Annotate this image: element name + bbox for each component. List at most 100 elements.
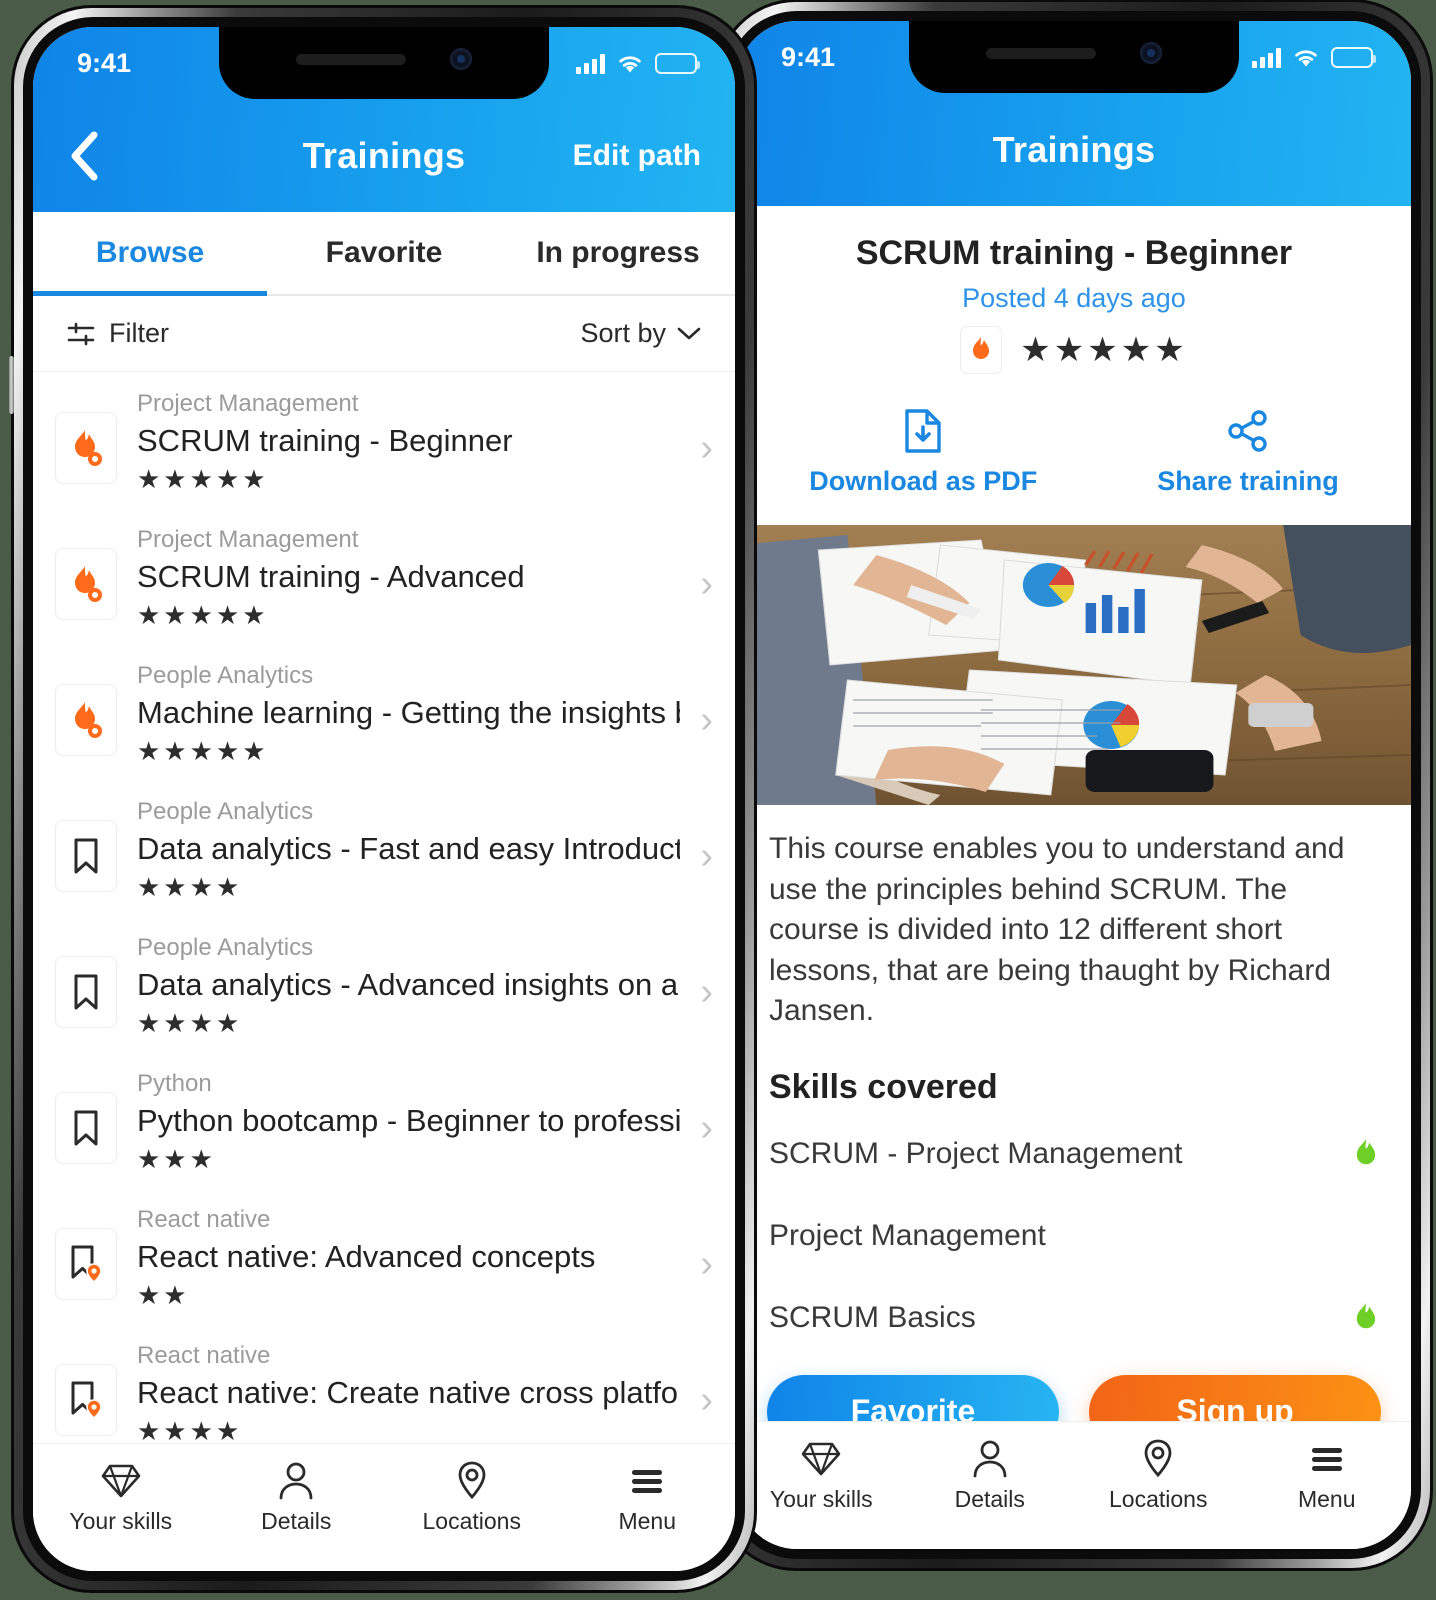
phone2-page-title: Trainings [992, 128, 1156, 170]
chevron-right-icon: › [700, 562, 713, 605]
list-item-category: Project Management [137, 526, 359, 553]
battery-full-icon [655, 52, 700, 74]
list-item[interactable]: Python Python bootcamp - Beginner to pro… [33, 1052, 735, 1188]
phone2-bottom-nav: Your skills Details Locations Menu [737, 1421, 1411, 1549]
hamburger-icon [632, 1470, 663, 1493]
flame-badge-icon [55, 548, 117, 620]
list-item-category: People Analytics [137, 798, 314, 825]
nav-label: Locations [422, 1508, 521, 1534]
diamond-icon [101, 1464, 141, 1498]
skill-row: SCRUM Basics [737, 1277, 1411, 1359]
list-item-title: Data analytics - Advanced insights on an… [137, 967, 681, 1002]
list-item-title: React native: Create native cross platfo… [137, 1375, 681, 1410]
list-item-body: Project Management SCRUM training - Begi… [117, 390, 700, 492]
skill-row: SCRUM - Project Management [737, 1113, 1411, 1195]
tab-favorite[interactable]: Favorite [267, 212, 501, 294]
phone1-status-time: 9:41 [77, 47, 132, 78]
list-item-stars: ★★ [137, 1280, 190, 1310]
nav-locations[interactable]: Locations [384, 1460, 560, 1535]
map-pin-icon [1144, 1439, 1172, 1478]
training-detail-panel: SCRUM training - Beginner Posted 4 days … [737, 206, 1411, 1467]
list-item-category: React native [137, 1342, 271, 1369]
phone-detail-device: 9:41 Trainings SCRUM training - Beginner… [713, 2, 1430, 1568]
diamond-icon [801, 1442, 841, 1476]
nav-your-skills[interactable]: Your skills [737, 1438, 906, 1513]
detail-posted-date: Posted 4 days ago [962, 283, 1186, 313]
phone2-navbar: Trainings [737, 93, 1411, 206]
training-list: Project Management SCRUM training - Begi… [33, 372, 735, 1460]
list-item[interactable]: Project Management SCRUM training - Begi… [33, 372, 735, 508]
list-item-title: Machine learning - Getting the insights … [137, 695, 681, 730]
list-item-stars: ★★★★ [137, 872, 243, 902]
list-item-body: React native React native: Create native… [117, 1342, 700, 1444]
share-training-button[interactable]: Share training [1157, 408, 1339, 497]
map-pin-icon [458, 1461, 486, 1500]
nav-label: Your skills [769, 1486, 873, 1512]
list-item-body: Project Management SCRUM training - Adva… [117, 526, 700, 628]
nav-menu[interactable]: Menu [1243, 1438, 1412, 1513]
phone1-bottom-nav: Your skills Details Locations Menu [33, 1443, 735, 1571]
battery-full-icon [1331, 46, 1376, 68]
list-item-body: People Analytics Data analytics - Fast a… [117, 798, 700, 900]
tab-browse[interactable]: Browse [33, 212, 267, 296]
person-icon [973, 1440, 1007, 1478]
edit-path-button[interactable]: Edit path [573, 139, 701, 173]
list-item-stars: ★★★★ [137, 1008, 243, 1038]
detail-stars: ★★★★★ [1020, 331, 1188, 369]
list-item-category: People Analytics [137, 934, 314, 961]
cellular-bars-icon [1252, 47, 1281, 68]
filter-button[interactable]: Filter [67, 318, 169, 349]
nav-label: Your skills [69, 1508, 173, 1534]
flame-badge-icon [55, 412, 117, 484]
bookmark-icon [55, 956, 117, 1028]
filter-sort-bar: Filter Sort by [33, 296, 735, 372]
list-item[interactable]: React native React native: Advanced conc… [33, 1188, 735, 1324]
list-item-title: React native: Advanced concepts [137, 1239, 596, 1274]
list-item-stars: ★★★★ [137, 1416, 243, 1446]
phone2-status-time: 9:41 [781, 41, 836, 72]
phone1-status-indicators [576, 52, 700, 74]
list-item[interactable]: People Analytics Machine learning - Gett… [33, 644, 735, 780]
list-item[interactable]: React native React native: Create native… [33, 1324, 735, 1460]
tab-in-progress[interactable]: In progress [501, 212, 735, 294]
bookmark-pin-icon [55, 1228, 117, 1300]
phone1-screen: 9:41 Trainings Edit path Browse Favorite… [33, 27, 735, 1571]
list-item-category: Project Management [137, 390, 359, 417]
share-training-label: Share training [1157, 466, 1339, 496]
nav-your-skills[interactable]: Your skills [33, 1460, 209, 1535]
chevron-down-icon [677, 327, 701, 340]
nav-label: Details [261, 1508, 332, 1534]
phone-list-device: 9:41 Trainings Edit path Browse Favorite… [9, 8, 754, 1590]
list-item-body: People Analytics Machine learning - Gett… [117, 662, 700, 764]
nav-locations[interactable]: Locations [1074, 1438, 1243, 1513]
filter-label: Filter [109, 318, 169, 348]
sort-by-button[interactable]: Sort by [580, 318, 701, 349]
list-item[interactable]: People Analytics Data analytics - Fast a… [33, 780, 735, 916]
list-item[interactable]: People Analytics Data analytics - Advanc… [33, 916, 735, 1052]
list-item-category: React native [137, 1206, 271, 1233]
chevron-left-icon[interactable] [67, 131, 101, 181]
list-item[interactable]: Project Management SCRUM training - Adva… [33, 508, 735, 644]
list-item-body: React native React native: Advanced conc… [117, 1206, 700, 1308]
detail-description: This course enables you to understand an… [769, 832, 1345, 1027]
bookmark-pin-icon [55, 1364, 117, 1436]
list-item-body: Python Python bootcamp - Beginner to pro… [117, 1070, 700, 1172]
sort-label: Sort by [580, 318, 666, 348]
download-pdf-button[interactable]: Download as PDF [809, 408, 1037, 497]
nav-label: Details [954, 1486, 1025, 1512]
nav-details[interactable]: Details [209, 1460, 385, 1535]
chevron-right-icon: › [700, 834, 713, 877]
detail-hero-photo [737, 525, 1411, 805]
flame-green-icon [1356, 1302, 1376, 1328]
nav-label: Menu [618, 1508, 677, 1534]
list-item-stars: ★★★ [137, 1144, 216, 1174]
chevron-right-icon: › [700, 1242, 713, 1285]
list-item-stars: ★★★★★ [137, 736, 269, 766]
phone1-status-bar: 9:41 [33, 27, 735, 99]
cellular-bars-icon [576, 53, 605, 74]
nav-details[interactable]: Details [906, 1438, 1075, 1513]
detail-rating-row: ★★★★★ [737, 326, 1411, 374]
detail-action-row: Download as PDF Share training [737, 408, 1411, 525]
file-download-icon [905, 409, 941, 453]
nav-menu[interactable]: Menu [560, 1460, 736, 1535]
